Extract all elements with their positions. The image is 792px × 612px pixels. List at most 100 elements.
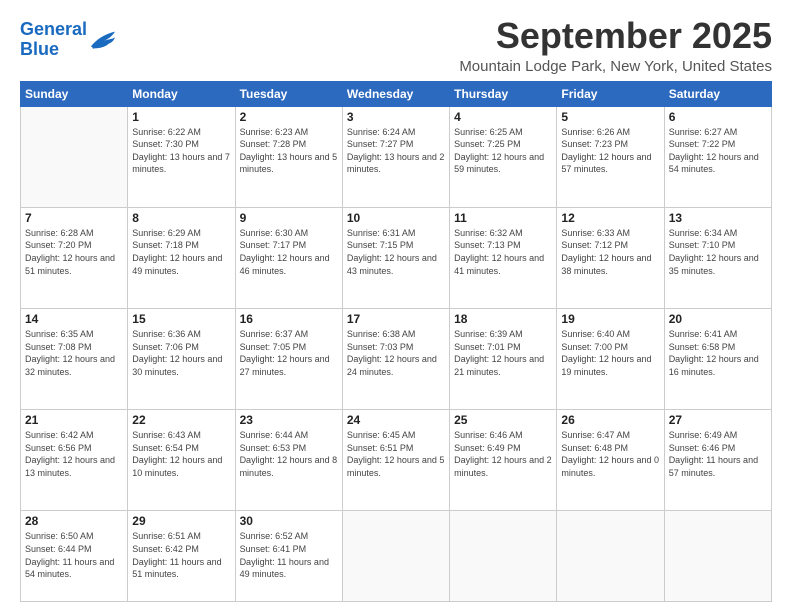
day-number: 12	[561, 211, 659, 225]
day-info: Sunrise: 6:29 AMSunset: 7:18 PMDaylight:…	[132, 227, 230, 277]
calendar-cell: 17 Sunrise: 6:38 AMSunset: 7:03 PMDayligh…	[342, 309, 449, 410]
calendar-cell: 29 Sunrise: 6:51 AMSunset: 6:42 PMDayligh…	[128, 511, 235, 602]
day-number: 8	[132, 211, 230, 225]
calendar-header-row: Sunday Monday Tuesday Wednesday Thursday…	[21, 81, 772, 106]
day-number: 16	[240, 312, 338, 326]
day-info: Sunrise: 6:26 AMSunset: 7:23 PMDaylight:…	[561, 126, 659, 176]
day-number: 23	[240, 413, 338, 427]
col-tuesday: Tuesday	[235, 81, 342, 106]
col-sunday: Sunday	[21, 81, 128, 106]
logo-bird-icon	[89, 29, 117, 51]
calendar-cell: 25 Sunrise: 6:46 AMSunset: 6:49 PMDayligh…	[450, 410, 557, 511]
day-number: 26	[561, 413, 659, 427]
day-number: 3	[347, 110, 445, 124]
calendar-cell: 12Sunrise: 6:33 AMSunset: 7:12 PMDayligh…	[557, 207, 664, 308]
day-info: Sunrise: 6:34 AMSunset: 7:10 PMDaylight:…	[669, 227, 767, 277]
day-number: 10	[347, 211, 445, 225]
day-number: 22	[132, 413, 230, 427]
title-section: September 2025 Mountain Lodge Park, New …	[459, 16, 772, 75]
calendar-cell	[450, 511, 557, 602]
day-info: Sunrise: 6:50 AMSunset: 6:44 PMDaylight:…	[25, 530, 123, 580]
page: GeneralBlue September 2025 Mountain Lodg…	[0, 0, 792, 612]
day-number: 17	[347, 312, 445, 326]
calendar-cell: 28 Sunrise: 6:50 AMSunset: 6:44 PMDayligh…	[21, 511, 128, 602]
calendar-cell: 11 Sunrise: 6:32 AMSunset: 7:13 PMDayligh…	[450, 207, 557, 308]
day-info: Sunrise: 6:31 AMSunset: 7:15 PMDaylight:…	[347, 227, 445, 277]
calendar-cell	[21, 106, 128, 207]
logo-text: GeneralBlue	[20, 20, 87, 60]
day-info: Sunrise: 6:39 AMSunset: 7:01 PMDaylight:…	[454, 328, 552, 378]
day-number: 14	[25, 312, 123, 326]
calendar-cell: 22 Sunrise: 6:43 AMSunset: 6:54 PMDayligh…	[128, 410, 235, 511]
day-number: 19	[561, 312, 659, 326]
day-info: Sunrise: 6:35 AMSunset: 7:08 PMDaylight:…	[25, 328, 123, 378]
day-number: 11	[454, 211, 552, 225]
day-info: Sunrise: 6:49 AMSunset: 6:46 PMDaylight:…	[669, 429, 767, 479]
day-info: Sunrise: 6:32 AMSunset: 7:13 PMDaylight:…	[454, 227, 552, 277]
day-number: 27	[669, 413, 767, 427]
day-number: 15	[132, 312, 230, 326]
day-info: Sunrise: 6:41 AMSunset: 6:58 PMDaylight:…	[669, 328, 767, 378]
calendar-cell: 1Sunrise: 6:22 AMSunset: 7:30 PMDaylight…	[128, 106, 235, 207]
day-info: Sunrise: 6:45 AMSunset: 6:51 PMDaylight:…	[347, 429, 445, 479]
calendar-cell: 23Sunrise: 6:44 AMSunset: 6:53 PMDayligh…	[235, 410, 342, 511]
calendar-cell: 2Sunrise: 6:23 AMSunset: 7:28 PMDaylight…	[235, 106, 342, 207]
col-saturday: Saturday	[664, 81, 771, 106]
calendar-week-row: 14 Sunrise: 6:35 AMSunset: 7:08 PMDayligh…	[21, 309, 772, 410]
calendar-week-row: 21Sunrise: 6:42 AMSunset: 6:56 PMDayligh…	[21, 410, 772, 511]
day-info: Sunrise: 6:30 AMSunset: 7:17 PMDaylight:…	[240, 227, 338, 277]
logo: GeneralBlue	[20, 20, 117, 60]
day-number: 4	[454, 110, 552, 124]
calendar-week-row: 1Sunrise: 6:22 AMSunset: 7:30 PMDaylight…	[21, 106, 772, 207]
day-info: Sunrise: 6:28 AMSunset: 7:20 PMDaylight:…	[25, 227, 123, 277]
day-info: Sunrise: 6:46 AMSunset: 6:49 PMDaylight:…	[454, 429, 552, 479]
day-info: Sunrise: 6:52 AMSunset: 6:41 PMDaylight:…	[240, 530, 338, 580]
day-info: Sunrise: 6:22 AMSunset: 7:30 PMDaylight:…	[132, 126, 230, 176]
day-info: Sunrise: 6:24 AMSunset: 7:27 PMDaylight:…	[347, 126, 445, 176]
calendar-cell: 24 Sunrise: 6:45 AMSunset: 6:51 PMDayligh…	[342, 410, 449, 511]
day-number: 29	[132, 514, 230, 528]
calendar-cell: 20 Sunrise: 6:41 AMSunset: 6:58 PMDayligh…	[664, 309, 771, 410]
calendar-cell	[342, 511, 449, 602]
calendar-cell	[557, 511, 664, 602]
day-number: 9	[240, 211, 338, 225]
calendar-cell: 19Sunrise: 6:40 AMSunset: 7:00 PMDayligh…	[557, 309, 664, 410]
day-info: Sunrise: 6:38 AMSunset: 7:03 PMDaylight:…	[347, 328, 445, 378]
calendar-cell: 9 Sunrise: 6:30 AMSunset: 7:17 PMDaylight…	[235, 207, 342, 308]
day-info: Sunrise: 6:36 AMSunset: 7:06 PMDaylight:…	[132, 328, 230, 378]
day-number: 18	[454, 312, 552, 326]
day-number: 20	[669, 312, 767, 326]
calendar-cell: 18 Sunrise: 6:39 AMSunset: 7:01 PMDayligh…	[450, 309, 557, 410]
day-info: Sunrise: 6:51 AMSunset: 6:42 PMDaylight:…	[132, 530, 230, 580]
day-number: 6	[669, 110, 767, 124]
calendar-week-row: 28 Sunrise: 6:50 AMSunset: 6:44 PMDayligh…	[21, 511, 772, 602]
calendar-cell: 10 Sunrise: 6:31 AMSunset: 7:15 PMDayligh…	[342, 207, 449, 308]
day-info: Sunrise: 6:43 AMSunset: 6:54 PMDaylight:…	[132, 429, 230, 479]
day-info: Sunrise: 6:37 AMSunset: 7:05 PMDaylight:…	[240, 328, 338, 378]
calendar-cell: 15 Sunrise: 6:36 AMSunset: 7:06 PMDayligh…	[128, 309, 235, 410]
calendar-week-row: 7 Sunrise: 6:28 AMSunset: 7:20 PMDaylight…	[21, 207, 772, 308]
day-number: 24	[347, 413, 445, 427]
calendar-cell: 16 Sunrise: 6:37 AMSunset: 7:05 PMDayligh…	[235, 309, 342, 410]
day-info: Sunrise: 6:42 AMSunset: 6:56 PMDaylight:…	[25, 429, 123, 479]
col-thursday: Thursday	[450, 81, 557, 106]
month-title: September 2025	[459, 16, 772, 56]
calendar-cell: 3 Sunrise: 6:24 AMSunset: 7:27 PMDaylight…	[342, 106, 449, 207]
day-number: 13	[669, 211, 767, 225]
calendar-cell: 7 Sunrise: 6:28 AMSunset: 7:20 PMDaylight…	[21, 207, 128, 308]
calendar-cell: 14 Sunrise: 6:35 AMSunset: 7:08 PMDayligh…	[21, 309, 128, 410]
day-number: 28	[25, 514, 123, 528]
day-info: Sunrise: 6:25 AMSunset: 7:25 PMDaylight:…	[454, 126, 552, 176]
day-info: Sunrise: 6:47 AMSunset: 6:48 PMDaylight:…	[561, 429, 659, 479]
calendar-cell: 21Sunrise: 6:42 AMSunset: 6:56 PMDayligh…	[21, 410, 128, 511]
calendar-table: Sunday Monday Tuesday Wednesday Thursday…	[20, 81, 772, 602]
day-number: 2	[240, 110, 338, 124]
col-monday: Monday	[128, 81, 235, 106]
calendar-cell: 26 Sunrise: 6:47 AMSunset: 6:48 PMDayligh…	[557, 410, 664, 511]
location-title: Mountain Lodge Park, New York, United St…	[459, 58, 772, 75]
day-number: 5	[561, 110, 659, 124]
day-number: 25	[454, 413, 552, 427]
day-number: 7	[25, 211, 123, 225]
calendar-cell: 30Sunrise: 6:52 AMSunset: 6:41 PMDayligh…	[235, 511, 342, 602]
col-wednesday: Wednesday	[342, 81, 449, 106]
